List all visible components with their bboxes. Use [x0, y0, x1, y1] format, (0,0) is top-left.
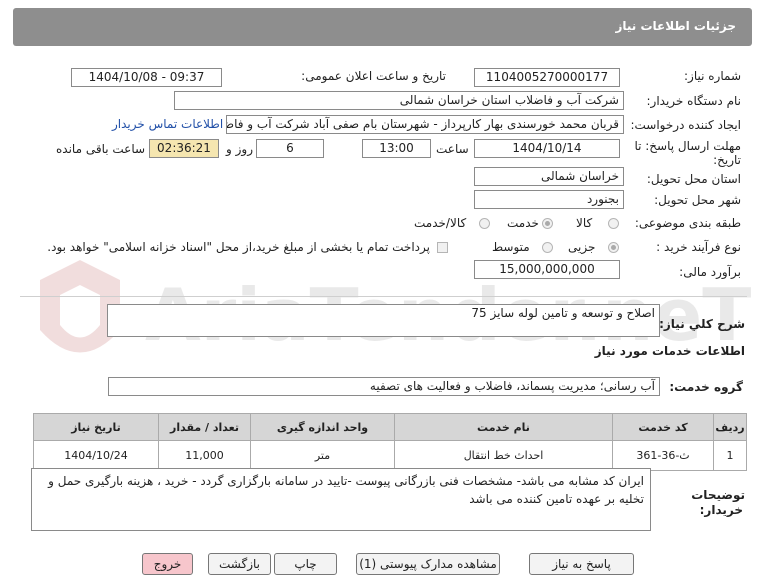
col-need-date: تاریخ نیاز: [33, 413, 159, 441]
purchase-type-label: نوع فرآیند خرید :: [656, 240, 741, 254]
treasury-payment-checkbox[interactable]: [437, 242, 448, 253]
col-row-number: ردیف: [713, 413, 747, 441]
service-group-label: گروه خدمت:: [669, 380, 743, 394]
category-goods-service-label: کالا/خدمت: [414, 216, 467, 230]
cell-row-number: 1: [713, 440, 747, 471]
buyer-notes-field[interactable]: ایران کد مشابه می باشد- مشخصات فنی بازرگ…: [31, 468, 651, 531]
announce-datetime-field[interactable]: 1404/10/08 - 09:37: [71, 68, 222, 87]
purchase-minor-label: جزیی: [568, 240, 596, 254]
deadline-time-label: ساعت: [436, 142, 469, 156]
page-header: جزئیات اطلاعات نیاز: [13, 8, 752, 46]
estimate-label: برآورد مالی:: [679, 265, 741, 279]
col-service-code: کد خدمت: [612, 413, 714, 441]
cell-service-code: ث-36-361: [612, 440, 714, 471]
category-service-label: خدمت: [507, 216, 539, 230]
buyer-notes-label-line1: توضیحات: [691, 488, 745, 502]
delivery-province-field[interactable]: خراسان شمالی: [474, 167, 624, 186]
divider: [20, 296, 747, 297]
deadline-label-line2: تاریخ:: [713, 153, 741, 167]
services-table: ردیف کد خدمت نام خدمت واحد اندازه گیری ت…: [33, 413, 747, 471]
col-unit: واحد اندازه گیری: [250, 413, 395, 441]
treasury-payment-note: پرداخت تمام یا بخشی از مبلغ خرید،از محل …: [47, 240, 430, 254]
cell-service-name: احداث خط انتقال: [394, 440, 613, 471]
col-quantity: تعداد / مقدار: [158, 413, 251, 441]
buyer-contact-link[interactable]: اطلاعات تماس خریدار: [112, 117, 223, 131]
remaining-time-label: ساعت باقی مانده: [56, 142, 146, 156]
cell-need-date: 1404/10/24: [33, 440, 159, 471]
buyer-org-label: نام دستگاه خریدار:: [646, 94, 742, 108]
back-button[interactable]: بازگشت: [208, 553, 271, 575]
table-header-row: ردیف کد خدمت نام خدمت واحد اندازه گیری ت…: [33, 413, 747, 441]
estimate-field[interactable]: 15,000,000,000: [474, 260, 620, 279]
purchase-medium-radio[interactable]: [542, 242, 553, 253]
delivery-province-label: استان محل تحویل:: [646, 172, 741, 186]
exit-button[interactable]: خروج: [142, 553, 193, 575]
services-section-title: اطلاعات خدمات مورد نیاز: [594, 344, 745, 358]
category-goods-service-radio[interactable]: [479, 218, 490, 229]
cell-quantity: 11,000: [158, 440, 251, 471]
buyer-notes-label-line2: خریدار:: [699, 503, 743, 517]
category-service-radio[interactable]: [542, 218, 553, 229]
deadline-time-field[interactable]: 13:00: [362, 139, 431, 158]
category-goods-label: کالا: [576, 216, 593, 230]
remaining-days-field[interactable]: 6: [256, 139, 324, 158]
deadline-date-field[interactable]: 1404/10/14: [474, 139, 620, 158]
remaining-time-field: 02:36:21: [149, 139, 219, 158]
service-group-field[interactable]: آب رسانی؛ مدیریت پسماند، فاضلاب و فعالیت…: [108, 377, 660, 396]
summary-label: شرح کلي نياز:: [659, 317, 745, 331]
creator-label: ایجاد کننده درخواست:: [630, 118, 741, 132]
need-number-field[interactable]: 1104005270000177: [474, 68, 620, 87]
purchase-medium-label: متوسط: [492, 240, 530, 254]
reply-button[interactable]: پاسخ به نیاز: [529, 553, 634, 575]
category-label: طبقه بندی موضوعی:: [634, 216, 741, 230]
deadline-label-line1: مهلت ارسال پاسخ: تا: [634, 139, 741, 153]
table-row: 1 ث-36-361 احداث خط انتقال متر 11,000 14…: [33, 440, 747, 471]
creator-field[interactable]: قربان محمد خورسندی بهار کارپرداز - شهرست…: [226, 115, 624, 134]
announce-datetime-label: تاریخ و ساعت اعلان عمومی:: [301, 69, 446, 83]
summary-field[interactable]: اصلاح و توسعه و تامین لوله سایز 75: [107, 304, 660, 337]
need-number-label: شماره نیاز:: [684, 69, 741, 83]
delivery-city-label: شهر محل تحویل:: [654, 193, 741, 207]
page-title: جزئیات اطلاعات نیاز: [615, 19, 736, 33]
print-button[interactable]: چاپ: [274, 553, 337, 575]
remaining-days-label: روز و: [226, 142, 253, 156]
purchase-minor-radio[interactable]: [608, 242, 619, 253]
col-service-name: نام خدمت: [394, 413, 613, 441]
cell-unit: متر: [250, 440, 395, 471]
delivery-city-field[interactable]: بجنورد: [474, 190, 624, 209]
view-attachments-button[interactable]: مشاهده مدارک پیوستی (1): [356, 553, 500, 575]
buyer-org-field[interactable]: شرکت آب و فاضلاب استان خراسان شمالی: [174, 91, 624, 110]
category-goods-radio[interactable]: [608, 218, 619, 229]
